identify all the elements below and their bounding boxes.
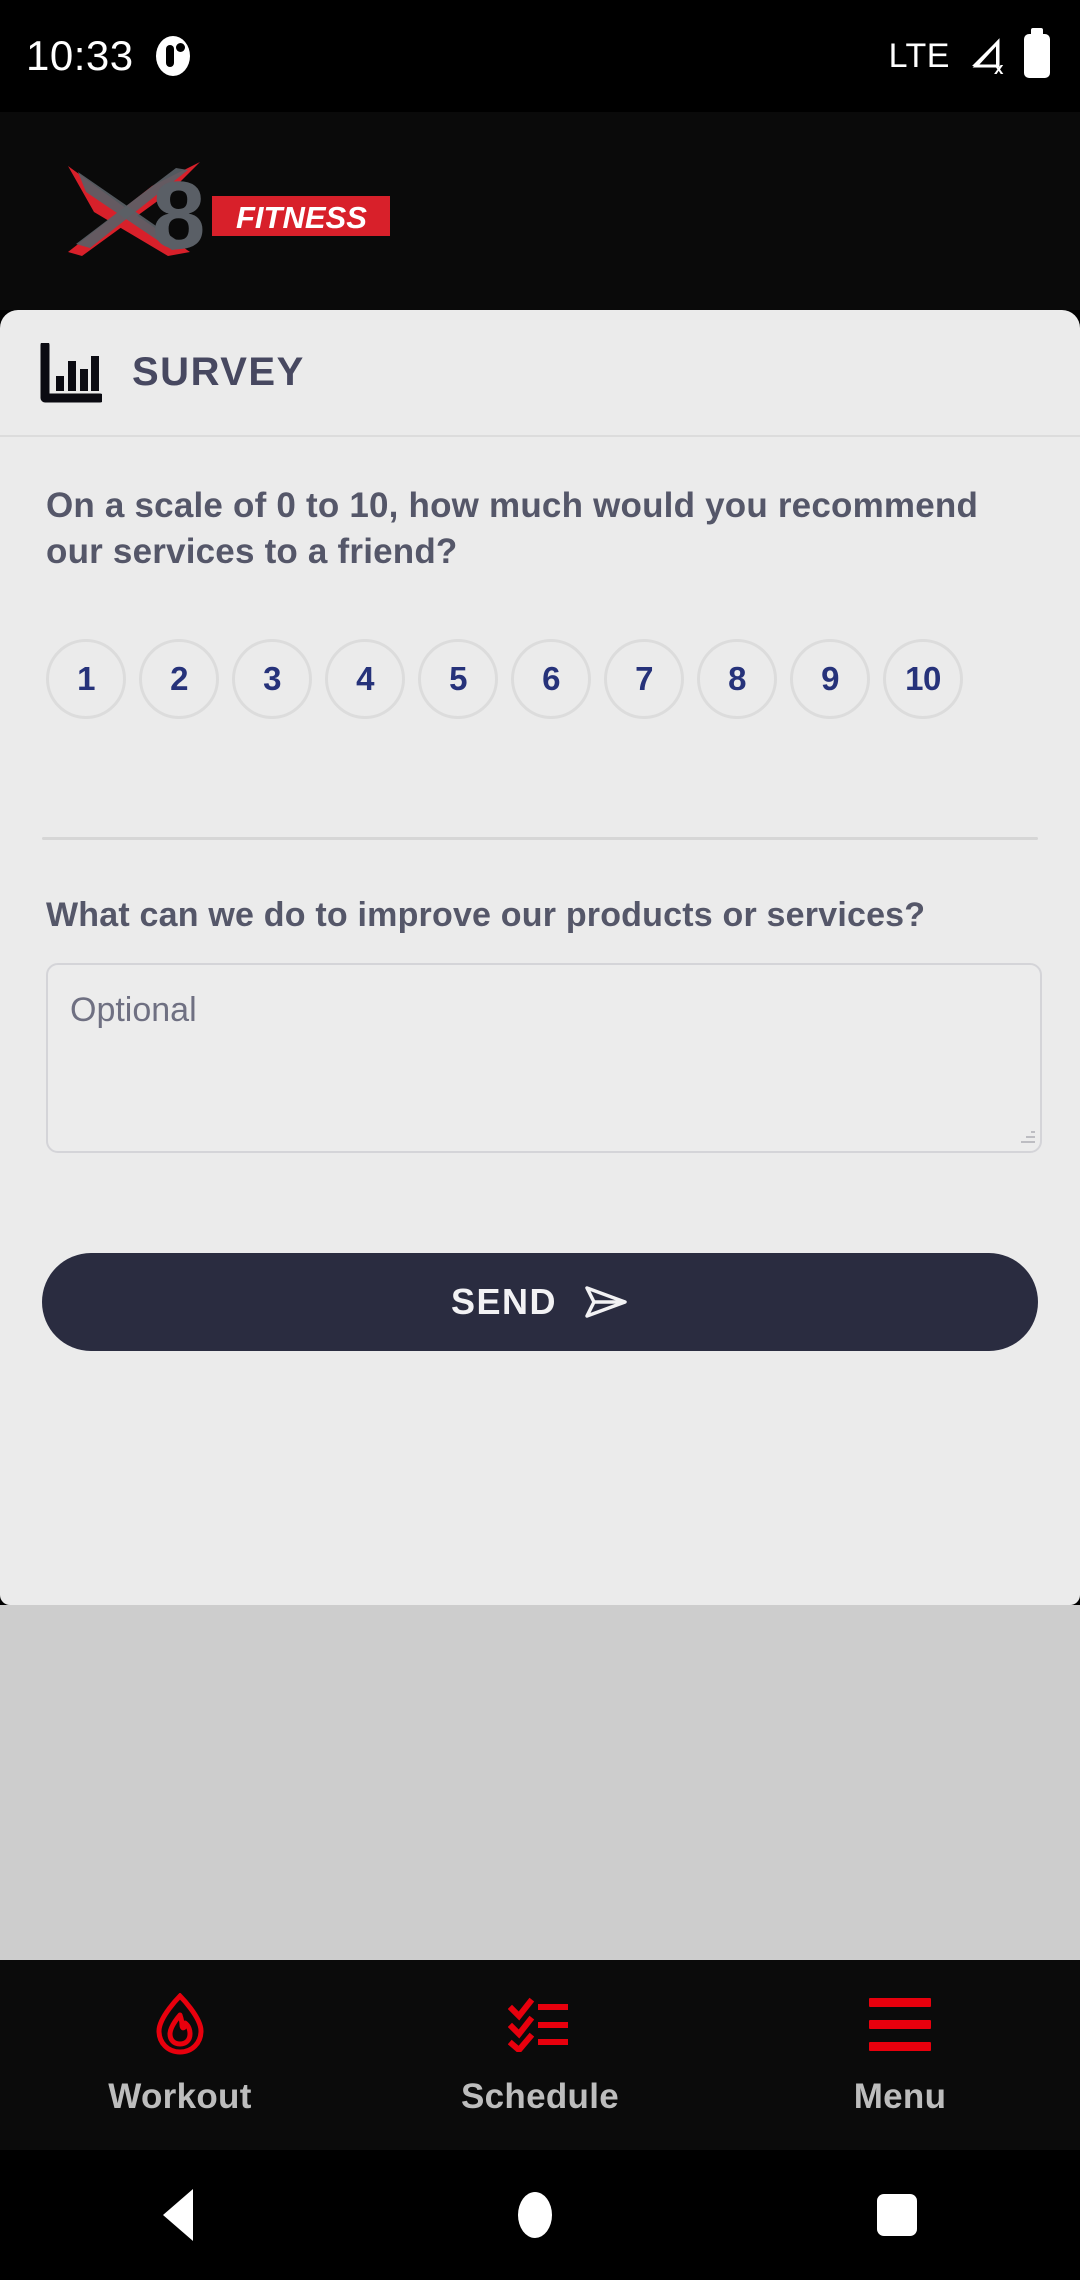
battery-full-icon: [1024, 28, 1050, 78]
survey-card-header: SURVEY: [0, 310, 1080, 435]
phone-screen: 10:33 LTE x FITNESS 8 SURVEY On a scale …: [0, 0, 1080, 2280]
tab-menu-label: Menu: [853, 2077, 947, 2116]
network-label: LTE: [888, 36, 950, 75]
rating-option-4[interactable]: 4: [325, 639, 405, 720]
question-2-block: What can we do to improve our products o…: [0, 840, 1080, 1154]
rating-scale[interactable]: 1 2 3 4 5 6 7 8 9 10: [0, 575, 1080, 720]
section-divider-wrap: [0, 719, 1080, 841]
rating-option-8[interactable]: 8: [697, 639, 777, 720]
tab-workout-label: Workout: [108, 2077, 252, 2116]
rating-option-1[interactable]: 1: [46, 639, 126, 720]
rating-option-7[interactable]: 7: [604, 639, 684, 720]
question-1-block: On a scale of 0 to 10, how much would yo…: [0, 437, 1080, 575]
rating-option-9[interactable]: 9: [790, 639, 870, 720]
feedback-textarea[interactable]: Optional: [46, 963, 1042, 1154]
send-button-label: SEND: [450, 1281, 558, 1323]
tab-schedule-label: Schedule: [460, 2077, 619, 2116]
status-time: 10:33: [26, 32, 134, 79]
back-triangle-icon[interactable]: [162, 2189, 193, 2241]
logo-artwork: FITNESS 8: [68, 162, 390, 266]
hamburger-icon: [869, 1993, 931, 2055]
send-button-wrap: SEND: [0, 1153, 1080, 1352]
question-2-label: What can we do to improve our products o…: [46, 896, 926, 935]
page-title: SURVEY: [132, 350, 305, 394]
svg-text:x: x: [994, 59, 1004, 76]
x8-fitness-logo: FITNESS 8: [60, 156, 390, 266]
bottom-tab-bar: Workout Schedule Menu: [0, 1960, 1080, 2150]
home-circle-icon[interactable]: [517, 2192, 552, 2238]
status-bar: 10:33 LTE x: [0, 0, 1080, 112]
rating-option-2[interactable]: 2: [139, 639, 219, 720]
flame-icon: [152, 1993, 208, 2055]
tab-schedule[interactable]: Schedule: [360, 1960, 720, 2150]
rating-option-6[interactable]: 6: [511, 639, 591, 720]
content-filler: [0, 1605, 1080, 1960]
survey-card: SURVEY On a scale of 0 to 10, how much w…: [0, 310, 1080, 1605]
rating-option-10[interactable]: 10: [883, 639, 963, 720]
logo-banner-text: FITNESS: [236, 200, 367, 235]
app-bar: FITNESS 8: [0, 112, 1080, 310]
rating-option-5[interactable]: 5: [418, 639, 498, 720]
status-bar-left: 10:33: [26, 35, 190, 77]
android-nav-bar: [0, 2150, 1080, 2280]
status-bar-right: LTE x: [888, 28, 1050, 78]
resize-grip-icon[interactable]: [1019, 1130, 1035, 1146]
tab-menu[interactable]: Menu: [720, 1960, 1080, 2150]
tab-workout[interactable]: Workout: [0, 1960, 360, 2150]
signal-no-data-icon: x: [972, 38, 1004, 76]
app-notification-icon: [155, 36, 190, 76]
send-button[interactable]: SEND: [42, 1253, 1038, 1352]
recents-square-icon[interactable]: [877, 2194, 918, 2236]
question-1-text: On a scale of 0 to 10, how much would yo…: [46, 486, 979, 572]
rating-option-3[interactable]: 3: [232, 639, 312, 720]
send-plane-icon: [585, 1286, 627, 1319]
checklist-icon: [508, 1993, 572, 2055]
logo-mark-text: 8: [152, 162, 205, 266]
bar-chart-icon: [40, 342, 102, 402]
feedback-placeholder: Optional: [70, 991, 197, 1030]
